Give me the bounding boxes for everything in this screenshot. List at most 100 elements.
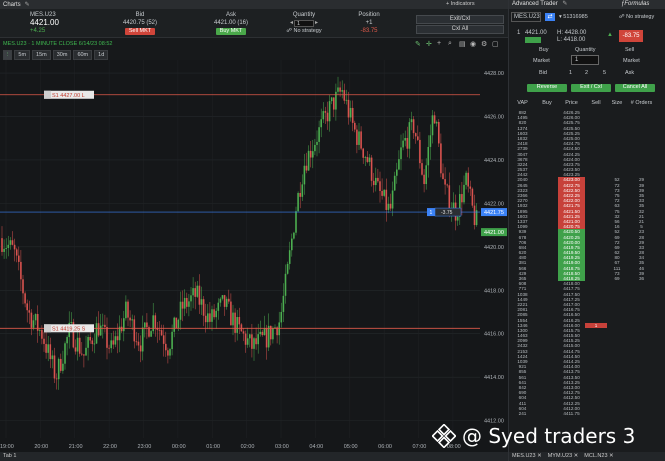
candle-body [372,180,375,186]
exit-cxl-button[interactable]: Exit/Cxl [416,15,504,24]
tab-mcl[interactable]: MCL.N23 ✕ [584,452,613,461]
tf-5m[interactable]: 5m [14,49,31,60]
x-tick-label: 00:00 [172,444,186,450]
candle-body [177,319,180,329]
candle-body [396,169,398,176]
qty-preset-1[interactable]: 1 [569,70,572,76]
edit-icon[interactable]: ✎ [25,1,30,8]
stop-tag-handle[interactable] [44,90,51,99]
tf-60m[interactable]: 60m [73,49,93,60]
col-sell: Sell [591,100,601,106]
candle-body [410,119,413,123]
chevron-left-icon[interactable]: ◂ [290,19,293,27]
link-icon[interactable]: ⇄ [545,13,555,21]
candle-body [368,157,371,162]
candle-body [263,328,266,336]
qty-preset-2[interactable]: 2 [585,70,588,76]
layers-icon[interactable]: ▤ [459,40,466,48]
ladder-sell-cell[interactable] [585,411,607,416]
reverse-button[interactable]: Reverse [527,84,567,92]
symbol-block: MES.U23 4421.00 +4.25 [30,11,59,35]
buy-mkt-button[interactable]: Buy MKT [215,28,247,35]
price-chart[interactable]: 4428.00 4426.00 4424.00 4422.00 4420.00 4418.… [0,60,508,452]
settings-icon[interactable]: ⚙ [481,40,487,48]
chart-type-icon[interactable]: ⫶ [3,49,13,60]
ladder-row[interactable]: 241 4411.75 [509,411,665,416]
candle-body [234,312,236,333]
camera-icon[interactable]: ◉ [470,40,476,48]
candle-body [13,244,16,250]
candle-body [81,353,83,355]
candle-body [171,331,173,350]
account-id[interactable]: ▾ 51316985 [559,14,588,20]
candle-body [467,172,469,187]
sell-mkt-button[interactable]: Sell MKT [124,28,156,35]
candle-body [408,122,411,149]
candle-body [190,295,192,302]
binance-logo-icon [432,424,456,448]
avg-price: 4421.00 [525,30,547,36]
quantity-input[interactable]: 1 [294,19,314,27]
candle-body [60,358,62,371]
tf-30m[interactable]: 30m [52,49,72,60]
draw-icon[interactable]: ✎ [415,40,421,48]
candle-body [429,135,432,147]
price-ladder[interactable]: 882 4426.25 1495 4426.00 820 4425.75 1374 4425.… [509,110,665,416]
candle-body [219,298,222,303]
tab-1[interactable]: Tab 1 [3,453,16,459]
candle-body [381,191,383,196]
candle-body [91,340,94,345]
candle-body [225,298,228,307]
chevron-right-icon[interactable]: ▸ [315,19,318,27]
window-icon[interactable]: ▢ [492,40,499,48]
stop-tag-handle[interactable] [44,324,51,333]
ask-value: 4421.00 (16) [213,20,249,26]
tab-mym[interactable]: MYM.U23 ✕ [548,452,579,461]
trader-title: Advanced Trader [512,1,558,7]
buy-market[interactable]: Market [533,58,550,64]
tf-1d[interactable]: 1d [94,49,109,60]
ladder-orders-cell [627,411,656,416]
candle-body [47,344,49,353]
candle-body [456,216,459,221]
candle-body [57,358,60,380]
candle-body [242,331,245,334]
advanced-trader-panel: Advanced Trader ✎ ƒFormulas MES.U23 ⇄ ▾ … [508,0,665,461]
zoom-icon[interactable]: ⌕ [448,40,452,48]
cxl-all-button[interactable]: Cxl All [416,25,504,34]
tf-15m[interactable]: 15m [32,49,51,60]
chart-info: MES.U23 · 1 MINUTE CLOSE 6/14/23 08:52 [3,40,113,47]
formulas-link[interactable]: ƒFormulas [621,0,649,9]
crosshair-icon[interactable]: ✛ [426,40,432,48]
candle-body [167,350,169,356]
candle-body [209,313,211,322]
candle-body [62,363,64,371]
trader-quantity-input[interactable]: 1 [571,55,599,65]
trader-strategy[interactable]: ☍ No strategy [619,14,654,20]
candle-body [293,232,295,239]
sell-market[interactable]: Market [623,58,640,64]
candle-body [387,203,390,210]
plus-icon[interactable]: + [437,40,441,47]
long-indicator [525,37,541,43]
edit-icon[interactable]: ✎ [562,1,567,7]
no-strategy-label[interactable]: No strategy [293,28,321,34]
candle-body [53,355,56,379]
quantity-block: Quantity ◂ 1 ▸ ☍ No strategy [284,11,324,35]
ladder-buy-cell[interactable] [536,411,558,416]
candle-body [202,299,205,316]
stop-order-label: S1 4419.25 S [52,326,86,332]
trader-symbol[interactable]: MES.U23 [511,12,541,22]
trade-header: MES.U23 4421.00 +4.25 Bid 4420.75 (52) S… [0,1,508,38]
candle-body [200,299,203,305]
candle-body [288,250,291,264]
candle-body [144,322,146,328]
candle-body [198,285,201,305]
qty-preset-5[interactable]: 5 [603,70,606,76]
indicators-button[interactable]: + Indicators [446,1,475,7]
exit-cxl-trader-button[interactable]: Exit / Cxl [571,84,611,92]
tab-mes[interactable]: MES.U23 ✕ [512,452,542,461]
candle-body [165,343,167,351]
cancel-all-button[interactable]: Cancel All [615,84,655,92]
candle-body [356,129,358,145]
